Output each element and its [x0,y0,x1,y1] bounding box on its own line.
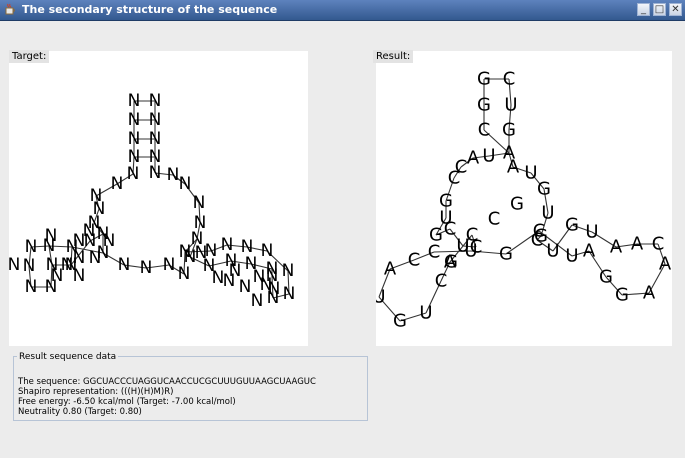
result-nucleotide: U [565,246,578,267]
target-nucleotide: N [127,164,140,184]
target-nucleotide: N [73,266,86,286]
result-nucleotide: C [652,234,665,255]
target-nucleotide: N [283,284,296,304]
result-nucleotide: G [565,215,579,236]
result-nucleotide: A [384,259,397,280]
result-nucleotide: C [435,271,448,292]
result-nucleotide: A [610,237,623,258]
result-nucleotide: C [448,168,461,189]
target-nucleotide: N [261,241,274,261]
target-nucleotide: N [128,110,141,130]
result-nucleotide: C [428,242,441,263]
result-nucleotide: C [503,69,516,90]
result-nucleotide: U [585,222,598,243]
result-nucleotide: G [477,95,491,116]
result-nucleotide: G [537,179,551,200]
target-nucleotide: N [73,231,86,251]
result-nucleotide: C [488,209,501,230]
result-nucleotide: C [466,225,479,246]
result-nucleotide: G [510,194,524,215]
target-nucleotide: N [268,279,281,299]
result-nucleotide: C [408,250,421,271]
maximize-button[interactable]: □ [653,3,666,16]
result-nucleotide: U [419,303,432,324]
result-nucleotide: U [546,241,559,262]
target-nucleotide: N [89,248,102,268]
target-nucleotide: N [45,226,58,246]
target-nucleotide: N [111,174,124,194]
target-nucleotide: N [140,258,153,278]
close-button[interactable]: ✕ [669,3,682,16]
result-nucleotide: U [376,287,386,308]
result-nucleotide: G [499,244,513,265]
result-nucleotide: A [507,157,520,178]
target-nucleotide: N [212,268,225,288]
target-nucleotide: N [253,267,266,287]
result-nucleotide: G [393,311,407,332]
result-nucleotide: G [444,252,458,273]
target-nucleotide: N [9,255,20,275]
result-structure-canvas: GCGUCGAUACCGUGCUCAUGUGCUGUAACAAGGAUCGUCC… [376,51,672,346]
target-nucleotide: N [149,110,162,130]
target-structure-diagram: N NN NN NN NN NNNNNN NNNNNNN NNNNNNNN NNNNNNNNNN… [9,91,296,311]
target-nucleotide: N [149,129,162,149]
result-nucleotide: C [444,219,457,240]
result-nucleotide: U [524,163,537,184]
result-nucleotide: G [477,69,491,90]
result-label: Result: [373,50,414,63]
target-nucleotide: N [163,255,176,275]
target-label-overlay: Target: [9,50,50,63]
result-nucleotide: A [659,254,672,275]
target-nucleotide: N [282,261,295,281]
result-nucleotide: A [631,234,644,255]
target-nucleotide: N [178,264,191,284]
maximize-icon: □ [654,4,665,15]
result-nucleotide: A [467,148,480,169]
java-cup-icon [5,3,15,15]
minimize-icon: _ [641,4,646,15]
result-sequence-data-box: Result sequence data The sequence: GGCUA… [13,352,368,421]
target-nucleotide: N [73,248,86,268]
target-nucleotide: N [179,174,192,194]
window-title: The secondary structure of the sequence [22,3,278,16]
target-nucleotide: N [251,291,264,311]
target-nucleotide: N [149,163,162,183]
target-nucleotide: N [25,277,38,297]
shapiro-text: Shapiro representation: (((H)(H)M)R) [18,387,174,397]
target-nucleotide: N [195,243,208,263]
target-nucleotide: N [25,237,38,257]
result-nucleotide: U [482,146,495,167]
result-nucleotide: C [533,221,546,242]
result-data-legend: Result sequence data [17,352,119,362]
result-nucleotide: A [583,241,596,262]
result-nucleotide: C [478,120,491,141]
sequence-text: The sequence: GGCUACCCUAGGUCAACCUCGCUUUG… [18,377,316,387]
target-nucleotide: N [61,255,74,275]
result-nucleotide: U [504,95,517,116]
close-icon: ✕ [671,4,680,15]
result-nucleotide: G [599,267,613,288]
target-nucleotide: N [128,91,141,111]
target-nucleotide: N [23,256,36,276]
target-nucleotide: N [149,91,162,111]
window-titlebar[interactable]: The secondary structure of the sequence … [0,0,685,21]
result-structure-diagram: G CG UC GAUACCGUG CU CA UGUGCUG UA A CAAGGAUCGUCC… [376,69,672,332]
free-energy-text: Free energy: -6.50 kcal/mol (Target: -7.… [18,397,236,407]
result-nucleotide: G [502,120,516,141]
target-nucleotide: N [229,261,242,281]
target-structure-canvas: NNNNNNNNNNNNNNNNNNNNNNNNNNNNNNNNNNNNNNNN… [9,51,308,346]
target-nucleotide: N [128,129,141,149]
neutrality-text: Neutrality 0.80 (Target: 0.80) [18,407,142,417]
target-nucleotide: N [167,165,180,185]
minimize-button[interactable]: _ [637,3,650,16]
result-nucleotide: G [615,285,629,306]
result-nucleotide: A [643,283,656,304]
target-nucleotide: N [103,231,116,251]
target-nucleotide: N [193,193,206,213]
target-nucleotide: N [118,255,131,275]
